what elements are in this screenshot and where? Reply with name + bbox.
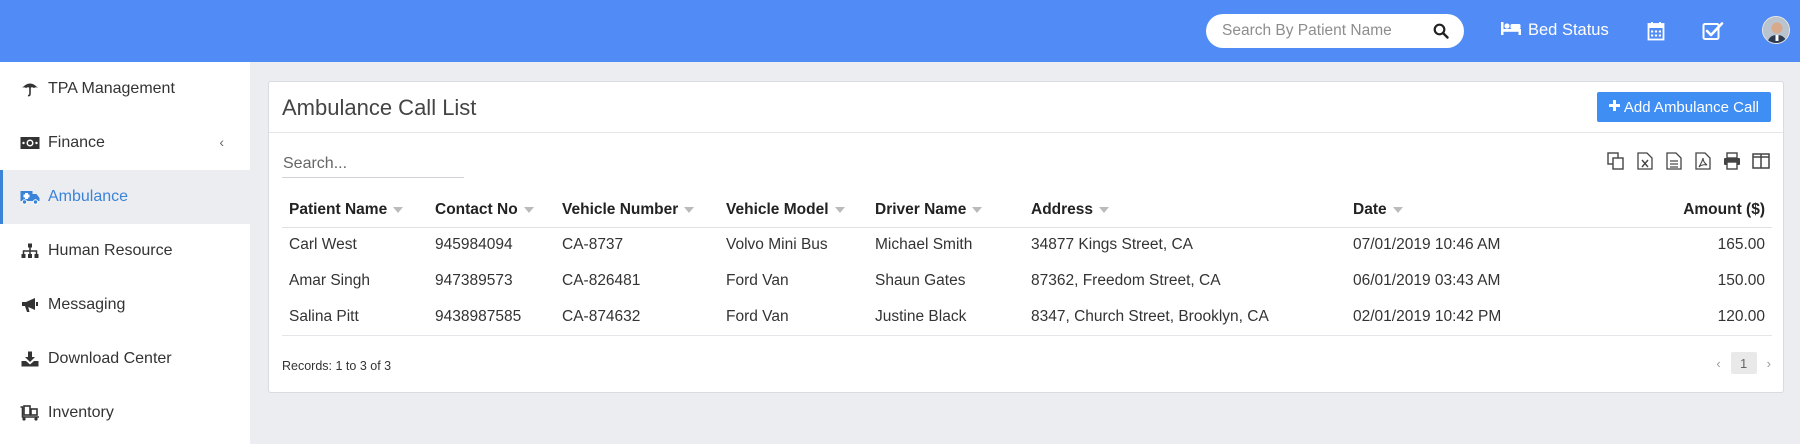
cell-patient-name: Amar Singh [289,272,370,289]
bed-status-label: Bed Status [1528,21,1609,39]
sort-icon [834,207,845,214]
task-check-icon[interactable] [1701,19,1725,43]
table-row: Salina Pitt 9438987585 CA-874632 Ford Va… [282,299,1772,336]
print-icon[interactable] [1722,151,1742,171]
chevron-left-icon[interactable]: ‹ [219,134,224,150]
bed-icon [1500,20,1522,41]
cell-vehicle-number: CA-874632 [555,299,719,336]
patient-search-box[interactable] [1206,14,1464,48]
ambulance-icon [20,188,40,206]
sort-icon [1099,207,1110,214]
add-ambulance-call-button[interactable]: Add Ambulance Call [1596,92,1771,122]
sidebar-item-label: Inventory [48,404,114,421]
cell-vehicle-model: Ford Van [719,299,868,336]
excel-icon[interactable] [1635,151,1655,171]
cell-amount: 165.00 [1717,236,1765,254]
pagination: ‹ 1 › [1716,352,1771,374]
cell-contact-no: 947389573 [435,272,513,289]
page-title: Ambulance Call List [282,95,477,120]
sort-icon [393,207,404,214]
table-row: Amar Singh 947389573 CA-826481 Ford Van … [282,263,1772,299]
cell-contact-no: 9438987585 [428,299,555,336]
pagination-next-icon[interactable]: › [1767,356,1771,371]
cell-address: 34877 Kings Street, CA [1031,236,1193,254]
cell-vehicle-model: Volvo Mini Bus [726,236,828,254]
ambulance-call-table: Patient Name Contact No Vehicle Number V… [282,194,1772,336]
sort-icon [972,207,983,214]
sidebar-item-label: Messaging [48,296,126,313]
bullhorn-icon [20,296,40,314]
bed-status-link[interactable]: Bed Status [1500,20,1609,41]
cell-amount: 120.00 [1558,299,1772,336]
column-header-amount[interactable]: Amount ($) [1558,194,1772,228]
pdf-icon[interactable] [1693,151,1713,171]
sidebar-item-label: Download Center [48,350,172,367]
panel-header: Ambulance Call List Add Ambulance Call [269,82,1783,133]
cell-driver-name: Shaun Gates [875,272,966,289]
sidebar-item-messaging[interactable]: Messaging [0,278,250,332]
column-header-contact-no[interactable]: Contact No [428,194,555,228]
copy-icon[interactable] [1606,151,1626,171]
top-navbar: Bed Status [0,0,1800,62]
sidebar-item-label: Human Resource [48,242,173,259]
sidebar-item-ambulance[interactable]: Ambulance [0,170,250,224]
sidebar-item-label: Finance [48,134,105,151]
column-header-date[interactable]: Date [1346,194,1558,228]
pagination-page-button[interactable]: 1 [1730,352,1757,374]
columns-icon[interactable] [1751,151,1771,171]
cell-amount: 150.00 [1717,272,1765,289]
sidebar-item-download-center[interactable]: Download Center [0,332,250,386]
sidebar-item-inventory[interactable]: Inventory [0,386,250,440]
cell-patient-name: Salina Pitt [282,299,428,336]
table-header-row: Patient Name Contact No Vehicle Number V… [282,194,1772,228]
cell-address: 8347, Church Street, Brooklyn, CA [1024,299,1346,336]
sort-icon [523,207,534,214]
sidebar-item-label: Ambulance [48,188,129,205]
inventory-icon [20,404,40,422]
pagination-prev-icon[interactable]: ‹ [1716,356,1720,371]
cell-vehicle-number: CA-8737 [562,236,624,254]
user-avatar[interactable] [1762,16,1790,44]
table-row: Carl West 945984094 CA-8737 Volvo Mini B… [282,227,1772,263]
cell-vehicle-number: CA-826481 [562,272,641,289]
column-header-vehicle-number[interactable]: Vehicle Number [555,194,719,228]
column-header-address[interactable]: Address [1024,194,1346,228]
plus-icon [1608,98,1620,116]
cell-driver-name: Justine Black [868,299,1024,336]
umbrella-icon [20,80,40,98]
column-header-vehicle-model[interactable]: Vehicle Model [719,194,868,228]
cell-date: 07/01/2019 10:46 AM [1353,236,1501,254]
sort-icon [684,207,695,214]
calendar-icon[interactable] [1644,19,1668,43]
sidebar-item-label: TPA Management [48,80,175,97]
column-header-driver-name[interactable]: Driver Name [868,194,1024,228]
records-info: Records: 1 to 3 of 3 [282,359,392,373]
download-icon [20,350,40,368]
sort-icon [1392,207,1403,214]
cell-vehicle-model: Ford Van [726,272,789,289]
sidebar-item-tpa-management[interactable]: TPA Management [0,62,250,116]
column-header-patient-name[interactable]: Patient Name [282,194,428,228]
csv-icon[interactable] [1664,151,1684,171]
search-icon[interactable] [1432,22,1450,40]
patient-search-input[interactable] [1222,22,1432,40]
table-search-input[interactable] [282,150,464,178]
cell-address: 87362, Freedom Street, CA [1031,272,1221,289]
sitemap-icon [20,242,40,260]
add-button-label: Add Ambulance Call [1623,98,1759,116]
sidebar-item-finance[interactable]: Finance ‹ [0,116,250,170]
ambulance-call-list-panel: Ambulance Call List Add Ambulance Call S… [268,81,1784,393]
cell-date: 02/01/2019 10:42 PM [1346,299,1558,336]
cell-driver-name: Michael Smith [875,236,973,254]
cell-patient-name: Carl West [289,236,357,254]
export-toolbar [1606,151,1771,171]
money-icon [20,134,40,152]
sidebar-item-human-resource[interactable]: Human Resource [0,224,250,278]
cell-date: 06/01/2019 03:43 AM [1353,272,1501,289]
cell-contact-no: 945984094 [435,236,513,254]
sidebar: TPA Management Finance ‹ Ambulance Human… [0,62,250,444]
